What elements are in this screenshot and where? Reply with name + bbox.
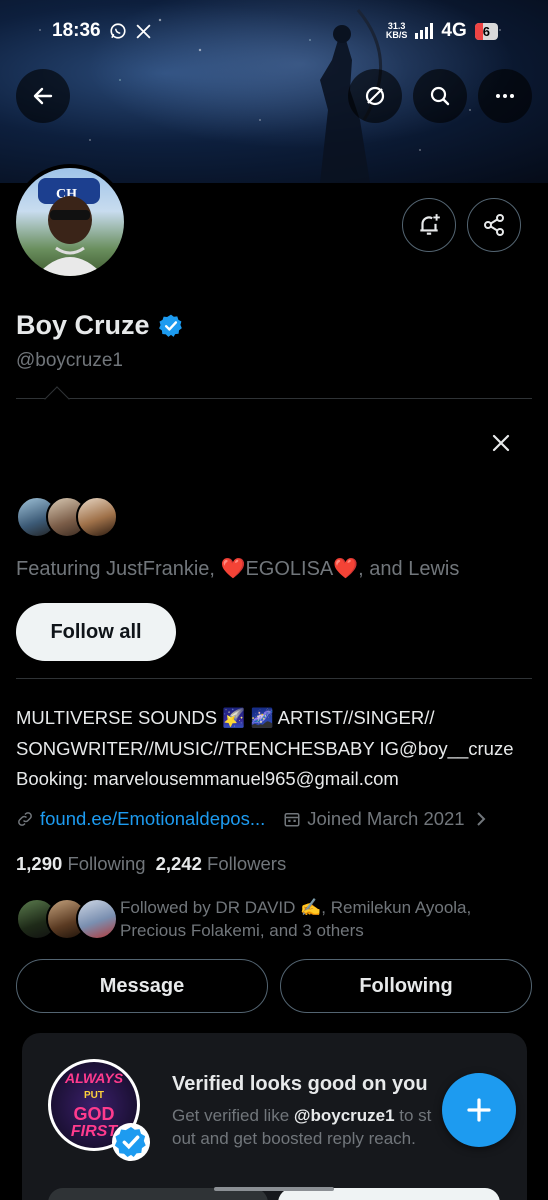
avatar-image: CH [16,168,124,276]
profile-handle: @boycruze1 [16,350,123,371]
avatar [76,496,118,538]
whatsapp-icon [110,23,126,39]
calendar-icon [284,813,300,827]
chevron-right-icon[interactable] [473,811,489,827]
close-icon [492,434,510,452]
message-button[interactable]: Message [16,959,268,1013]
network-type: 4G [441,20,467,41]
verified-card-title: Verified looks good on you [172,1073,428,1095]
notifications-button[interactable] [402,198,456,252]
plus-icon [467,1098,491,1122]
bio-line: Booking: marvelousemmanuel965@gmail.com [16,768,399,789]
followers-count-link[interactable]: 2,242 Followers [156,853,287,875]
home-indicator[interactable] [214,1187,334,1191]
network-speed: 31.3 KB/S [386,22,408,40]
following-button[interactable]: Following [280,959,532,1013]
followers-count-label: Followers [207,853,287,874]
avatar [76,898,118,940]
website-link[interactable]: found.ee/Emotionaldepos... [40,808,265,830]
logo-text: ALWAYS [64,1070,124,1086]
grok-button[interactable] [348,69,402,123]
share-button[interactable] [467,198,521,252]
logo-text: GOD [73,1104,115,1124]
battery-level: 6 [482,23,490,39]
logo-text: PUT [84,1090,104,1101]
featuring-mid: EGOLISA [245,558,334,580]
suggestion-pointer [44,386,70,412]
search-icon [430,86,450,106]
featuring-prefix: Featuring JustFrankie, [16,558,221,580]
x-logo-icon [136,23,151,39]
following-count-label: Following [67,853,146,874]
follow-all-button[interactable]: Follow all [16,603,176,661]
divider [16,678,532,679]
heart-emoji: ❤️ [220,558,246,580]
following-count-link[interactable]: 1,290 Following [16,853,146,875]
avatar-person: CH [36,178,104,276]
signal-icon [415,23,434,39]
profile-avatar[interactable]: CH [12,164,128,280]
verified-card-subtitle: Get verified like @boycruze1 to st out a… [172,1104,472,1150]
verified-badge-icon [112,1123,150,1161]
status-time: 18:36 [52,20,101,41]
following-count: 1,290 [16,853,63,874]
share-icon [484,214,504,236]
followed-by-avatars [16,898,118,940]
compose-post-button[interactable] [442,1073,516,1147]
profile-bio: MULTIVERSE SOUNDS 🌠 🌌 ARTIST//SINGER// S… [16,703,536,795]
followed-by-text: Followed by DR DAVID ✍️, Remilekun Ayool… [120,898,472,940]
featuring-suffix: , and Lewis [358,558,460,580]
net-speed-unit: KB/S [385,30,408,40]
more-dots-icon [496,94,514,98]
back-button[interactable] [16,69,70,123]
card-sub-line2: out and get boosted reply reach. [172,1129,416,1148]
arrow-left-icon [33,87,53,105]
suggested-accounts-avatars[interactable] [16,496,118,538]
bio-line: MULTIVERSE SOUNDS 🌠 🌌 ARTIST//SINGER// [16,707,435,728]
battery-icon: 6 [474,22,498,40]
search-button[interactable] [413,69,467,123]
logo-text: FIRST [70,1123,118,1140]
status-bar: 18:36 31.3 KB/S 4G 6 [0,0,548,62]
heart-emoji: ❤️ [333,558,359,580]
more-options-button[interactable] [478,69,532,123]
profile-name-row: Boy Cruze [16,310,184,341]
featuring-text: Featuring JustFrankie, ❤️EGOLISA❤️, and … [16,556,459,581]
joined-date[interactable]: Joined March 2021 [307,808,464,830]
followers-count: 2,242 [155,853,202,874]
profile-name: Boy Cruze [16,310,150,340]
profile-meta: found.ee/Emotionaldepos... Joined March … [16,808,489,830]
bio-line: SONGWRITER//MUSIC//TRENCHESBABY IG@boy__… [16,737,514,759]
followed-by-section[interactable]: Followed by DR DAVID ✍️, Remilekun Ayool… [16,896,510,942]
link-icon [18,812,32,826]
dismiss-suggestions-button[interactable] [484,426,518,460]
divider [16,398,532,399]
card-sub-suffix: to st [394,1106,432,1125]
verified-badge-icon[interactable] [158,313,184,339]
card-sub-handle: @boycruze1 [293,1106,395,1125]
follow-counts: 1,290 Following 2,242 Followers [16,853,286,875]
card-sub-prefix: Get verified like [172,1106,294,1125]
bell-plus-icon [420,214,440,235]
grok-icon [365,86,385,106]
